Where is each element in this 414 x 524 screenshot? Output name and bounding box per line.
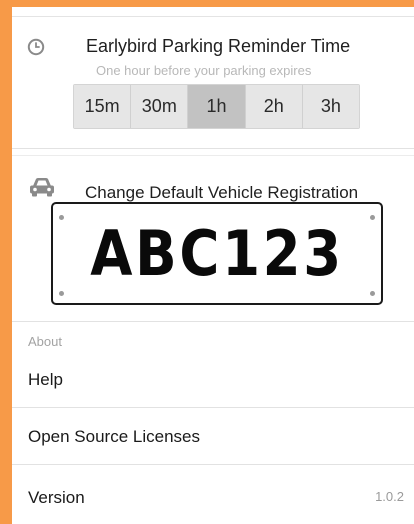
licenses-row[interactable]: Open Source Licenses <box>12 409 414 465</box>
clock-icon <box>27 38 45 56</box>
help-row[interactable]: Help <box>12 352 414 408</box>
licenses-label: Open Source Licenses <box>28 427 200 446</box>
reminder-option-2h[interactable]: 2h <box>245 85 303 128</box>
plate-number: ABC123 <box>90 217 344 290</box>
reminder-subtitle: One hour before your parking expires <box>96 63 312 78</box>
row-divider <box>12 464 414 465</box>
version-row: Version 1.0.2 <box>12 470 414 524</box>
section-divider <box>12 148 414 149</box>
row-divider <box>12 407 414 408</box>
plate-screw <box>370 291 375 296</box>
top-divider <box>12 16 414 17</box>
version-label: Version <box>28 488 85 507</box>
reminder-option-1h[interactable]: 1h <box>188 85 246 128</box>
help-label: Help <box>28 370 63 389</box>
plate-screw <box>59 215 64 220</box>
plate-screw <box>370 215 375 220</box>
reminder-option-15m[interactable]: 15m <box>74 85 132 128</box>
reminder-time-selector: 15m 30m 1h 2h 3h <box>73 84 360 129</box>
reminder-option-3h[interactable]: 3h <box>302 85 359 128</box>
plate-screw <box>59 291 64 296</box>
registration-plate[interactable]: ABC123 <box>51 202 383 305</box>
version-value: 1.0.2 <box>375 489 404 504</box>
reminder-option-30m[interactable]: 30m <box>131 85 189 128</box>
vehicle-title: Change Default Vehicle Registration <box>85 183 359 202</box>
section-divider <box>12 155 414 156</box>
reminder-title: Earlybird Parking Reminder Time <box>86 36 351 56</box>
section-divider <box>12 321 414 322</box>
about-section-header: About <box>28 334 62 349</box>
settings-sheet: Earlybird Parking Reminder Time One hour… <box>12 7 414 524</box>
car-icon <box>30 178 54 197</box>
